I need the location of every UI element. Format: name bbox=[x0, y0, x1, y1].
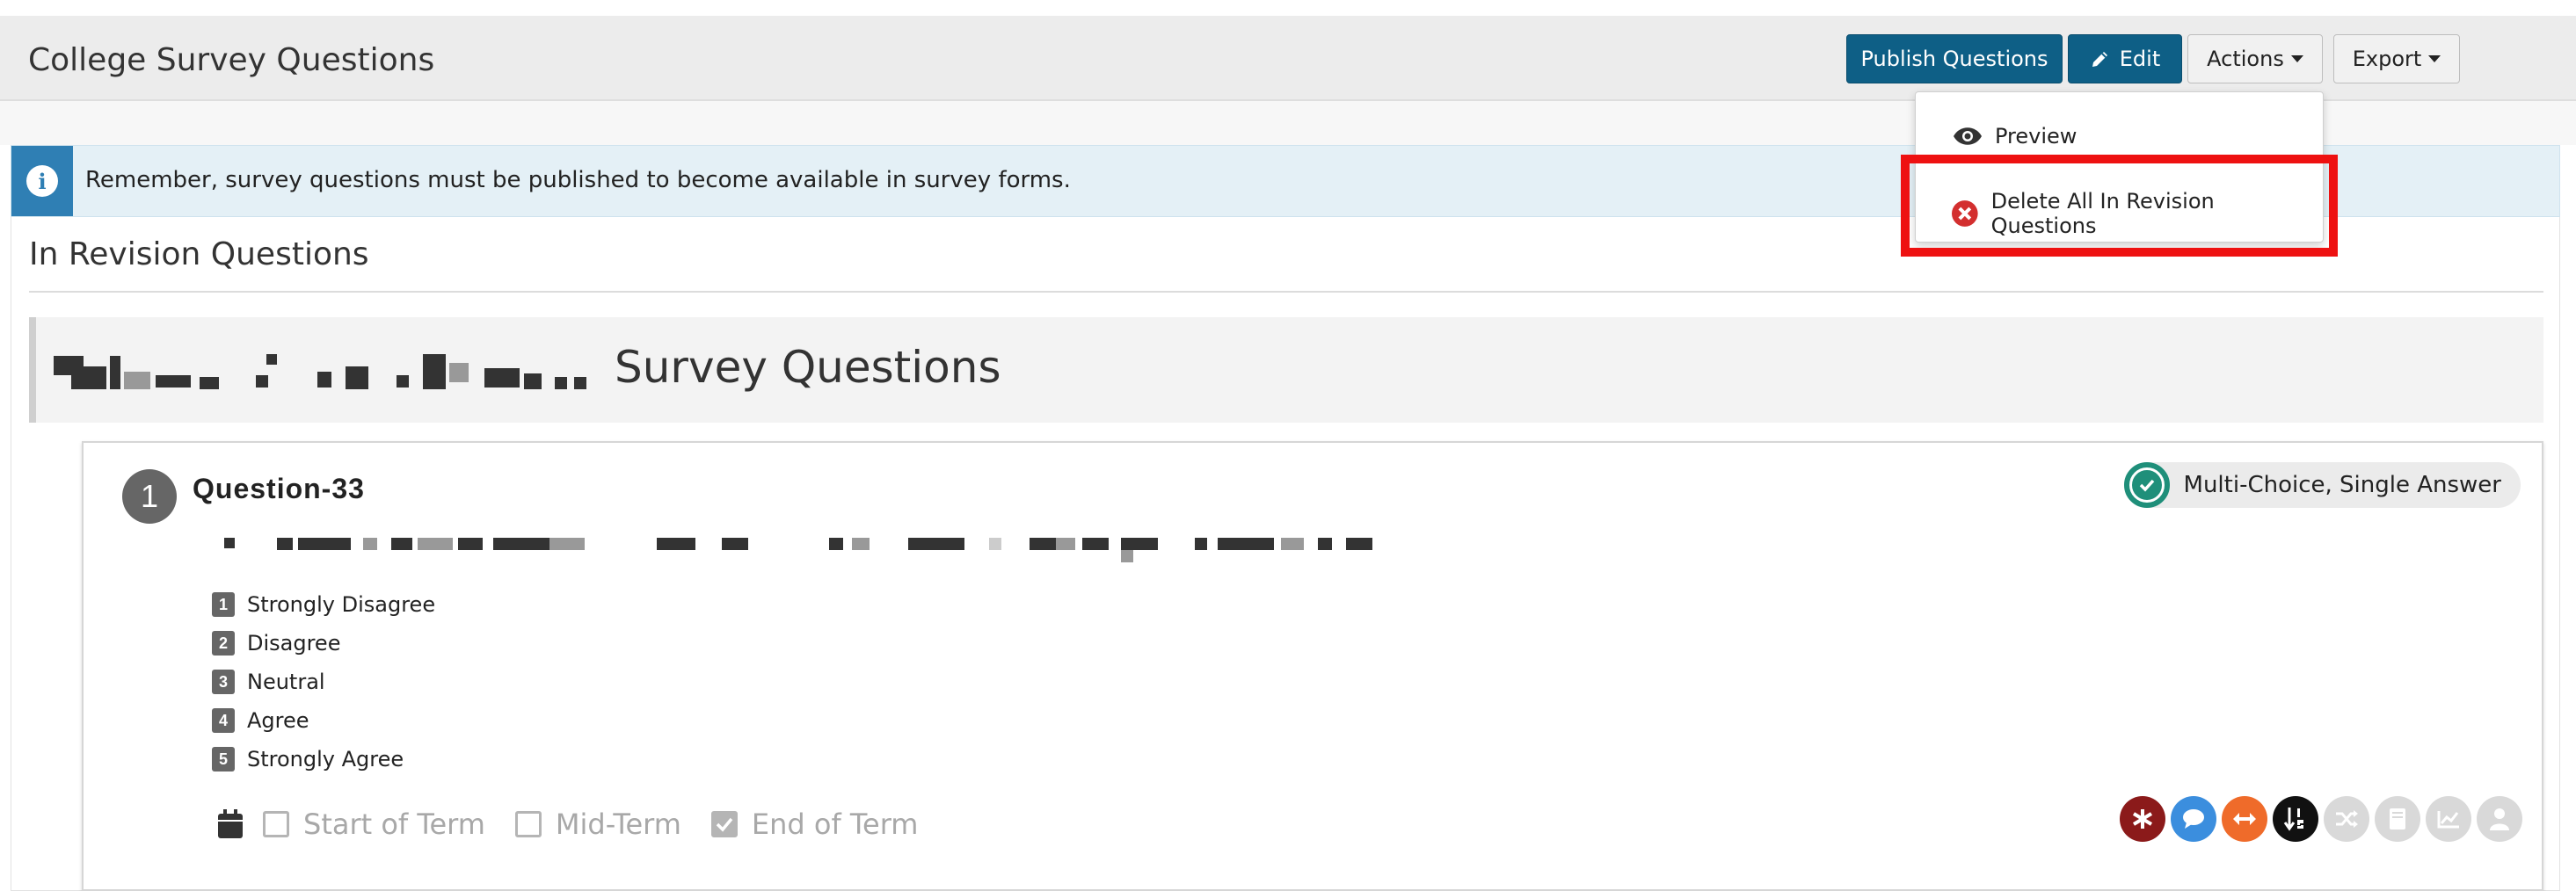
export-button-label: Export bbox=[2352, 47, 2422, 71]
answer-label: Strongly Agree bbox=[247, 747, 404, 771]
comment-icon[interactable] bbox=[2171, 796, 2216, 842]
eye-icon bbox=[1954, 127, 1982, 145]
answer-number-badge: 1 bbox=[212, 592, 235, 617]
actions-button-label: Actions bbox=[2207, 47, 2284, 71]
shuffle-icon[interactable] bbox=[2324, 796, 2369, 842]
page-header: College Survey Questions Publish Questio… bbox=[0, 16, 2576, 101]
alert-icon-box: i bbox=[11, 146, 73, 216]
answer-number-badge: 3 bbox=[212, 670, 235, 694]
end-of-term-label: End of Term bbox=[751, 808, 919, 841]
question-type-label: Multi-Choice, Single Answer bbox=[2183, 472, 2501, 498]
divider bbox=[29, 291, 2543, 293]
question-card[interactable]: 1 Question-33 Multi-Choice, Single Answe… bbox=[82, 441, 2543, 891]
start-of-term-label: Start of Term bbox=[303, 808, 485, 841]
answer-option: 4 Agree bbox=[212, 701, 435, 740]
caret-down-icon bbox=[2428, 55, 2441, 62]
answer-label: Agree bbox=[247, 708, 309, 733]
actions-dropdown-button[interactable]: Actions bbox=[2187, 34, 2323, 83]
check-icon bbox=[716, 817, 733, 832]
answer-option: 2 Disagree bbox=[212, 624, 435, 663]
answer-label: Disagree bbox=[247, 631, 341, 656]
export-dropdown-button[interactable]: Export bbox=[2333, 34, 2460, 83]
end-of-term-checkbox[interactable] bbox=[710, 811, 738, 837]
caret-down-icon bbox=[2290, 55, 2303, 62]
required-asterisk-icon[interactable] bbox=[2120, 796, 2165, 842]
mid-term-label: Mid-Term bbox=[555, 808, 681, 841]
answer-option: 5 Strongly Agree bbox=[212, 740, 435, 779]
mid-term-checkbox[interactable] bbox=[514, 811, 542, 837]
alert-message: Remember, survey questions must be publi… bbox=[85, 167, 1071, 193]
answer-number-badge: 4 bbox=[212, 708, 235, 733]
survey-section-header: Survey Questions bbox=[29, 317, 2543, 423]
panel-title: In Revision Questions bbox=[29, 236, 369, 272]
answer-number-badge: 5 bbox=[212, 747, 235, 771]
calendar-icon bbox=[218, 809, 243, 838]
page-title: College Survey Questions bbox=[28, 42, 435, 78]
publish-questions-button[interactable]: Publish Questions bbox=[1846, 34, 2063, 83]
question-type-badge: Multi-Choice, Single Answer bbox=[2123, 462, 2521, 508]
answer-option: 3 Neutral bbox=[212, 663, 435, 701]
user-icon[interactable] bbox=[2477, 796, 2522, 842]
section-title: Survey Questions bbox=[615, 342, 1001, 393]
sort-order-icon[interactable] bbox=[2273, 796, 2318, 842]
info-icon: i bbox=[26, 165, 58, 197]
range-arrows-icon[interactable] bbox=[2222, 796, 2267, 842]
answer-list: 1 Strongly Disagree 2 Disagree 3 Neutral… bbox=[212, 585, 435, 779]
question-number-badge: 1 bbox=[122, 469, 177, 524]
pencil-icon bbox=[2092, 52, 2107, 67]
highlight-annotation bbox=[1901, 155, 2338, 257]
question-flags bbox=[2114, 796, 2522, 842]
check-circle-icon bbox=[2123, 462, 2170, 508]
question-title: Question-33 bbox=[193, 473, 365, 504]
answer-label: Neutral bbox=[247, 670, 325, 694]
menu-item-label: Preview bbox=[1995, 124, 2078, 148]
answer-label: Strongly Disagree bbox=[247, 592, 436, 617]
answer-number-badge: 2 bbox=[212, 631, 235, 656]
chart-icon[interactable] bbox=[2426, 796, 2471, 842]
book-icon[interactable] bbox=[2375, 796, 2420, 842]
term-selector: Start of Term Mid-Term End of Term bbox=[217, 805, 948, 844]
start-of-term-checkbox[interactable] bbox=[263, 811, 289, 837]
answer-option: 1 Strongly Disagree bbox=[212, 585, 435, 624]
edit-button-label: Edit bbox=[2119, 47, 2161, 71]
edit-button[interactable]: Edit bbox=[2068, 34, 2182, 83]
in-revision-panel: In Revision Questions Survey Questions 1 bbox=[11, 217, 2560, 891]
